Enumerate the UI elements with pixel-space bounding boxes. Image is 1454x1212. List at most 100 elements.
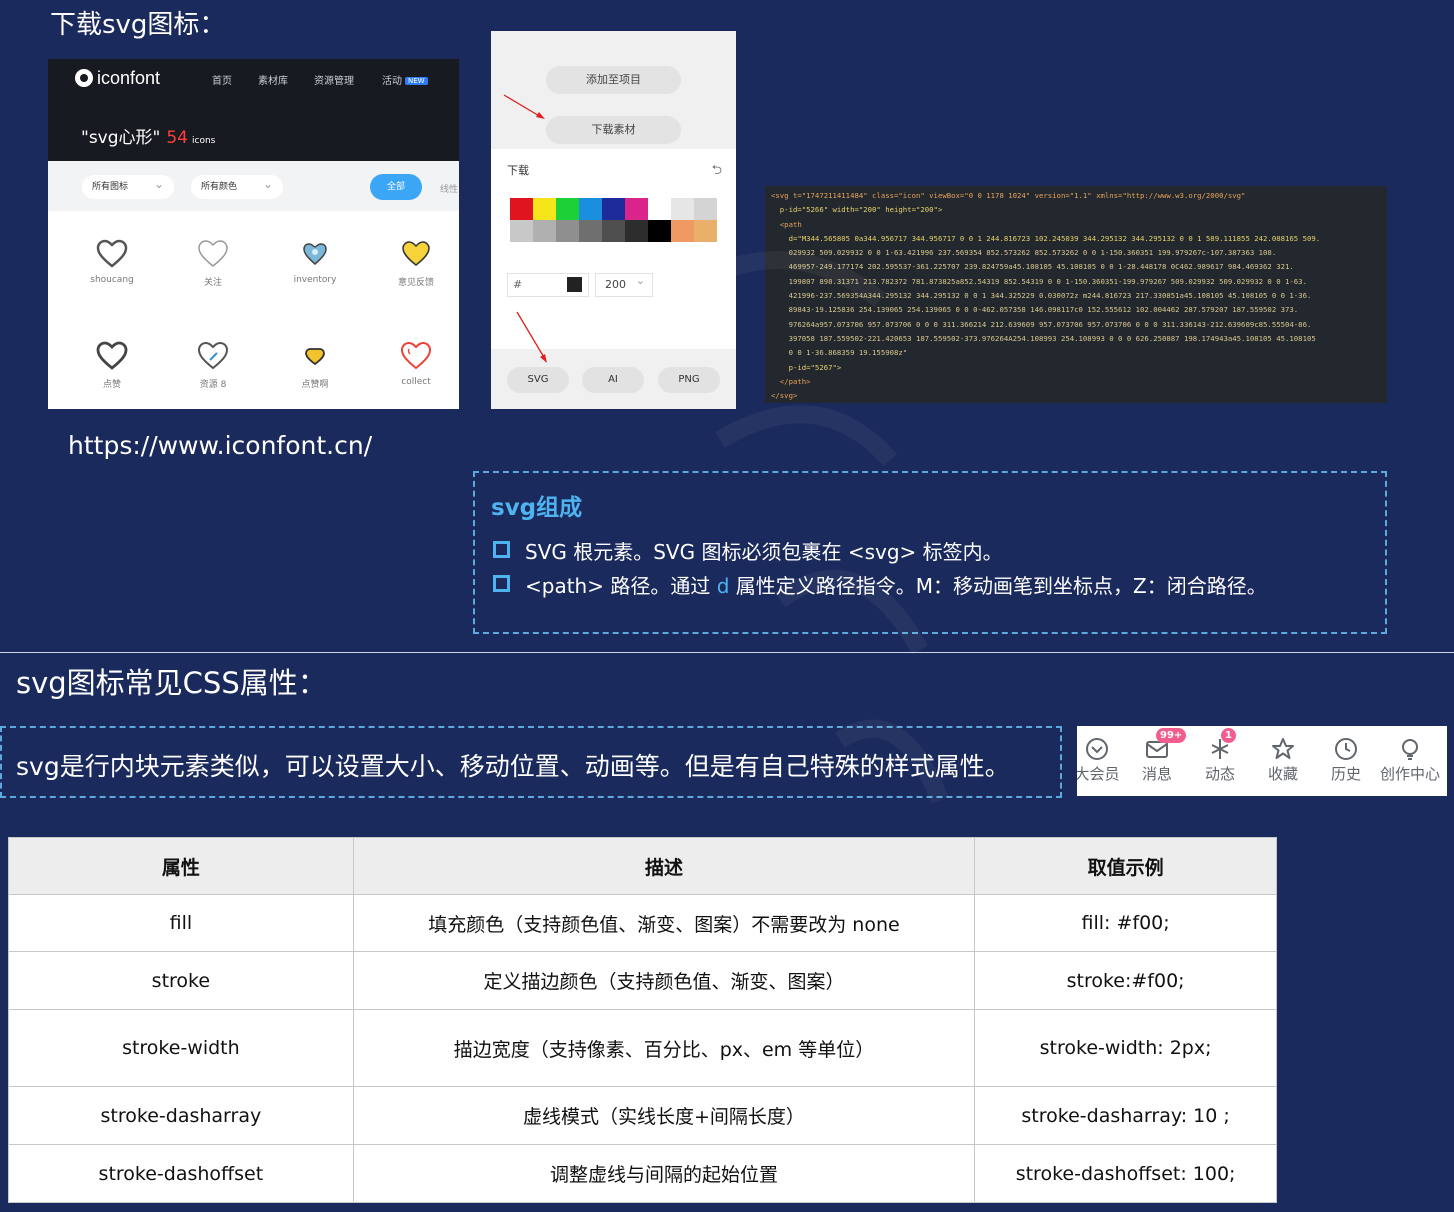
code-line: p-id="5267"> [771,362,842,372]
inline-block-note-text: svg是行内块元素类似，可以设置大小、移动位置、动画等。但是有自己特殊的样式属性… [16,752,1010,781]
description-cell: 调整虚线与间隔的起始位置 [352,1144,976,1203]
icon-card[interactable]: 资源 8 [168,341,258,390]
property-cell: stroke-dasharray [8,1086,354,1145]
iconfont-logo[interactable]: iconfont [75,68,160,89]
search-title: "svg心形" 54 icons [81,128,216,148]
table-row: stroke-dasharray 虚线模式（实线长度+间隔长度） stroke-… [8,1086,1277,1145]
nav-home[interactable]: 首页 [212,72,232,87]
iconfont-screenshot: iconfont 首页 素材库 资源管理 活动 NEW "svg心形" 54 icon… [48,59,459,409]
code-line: p-id="5266" width="200" height="200"> [771,205,943,215]
code-line: 421996-237.569354A344.295132 344.295132 … [771,291,1312,301]
code-line: 029932 509.029932 0 0 1-63.421996 237.56… [771,248,1277,258]
iconfont-url[interactable]: https://www.iconfont.cn/ [68,431,372,460]
heart-red-icon [400,341,432,370]
nav-resources[interactable]: 资源管理 [314,72,354,87]
example-cell: stroke-dashoffset: 100; [974,1144,1277,1203]
table-row: stroke-width 描边宽度（支持像素、百分比、px、em 等单位） st… [8,1009,1277,1087]
icon-label: inventory [293,275,337,285]
download-title: 下载svg图标： [50,10,226,40]
nav-library[interactable]: 素材库 [258,72,288,87]
code-line: 0 0 1-36.868359 19.155908z" [771,348,908,358]
icon-card[interactable]: 关注 [168,239,258,288]
iconfont-header: iconfont 首页 素材库 资源管理 活动 NEW "svg心形" 54 icon… [48,59,459,161]
column-header-description: 描述 [352,837,976,895]
arrow-head [536,112,545,119]
icon-label: 点赞 [102,380,121,390]
icon-card[interactable]: collect [371,341,459,387]
nav-creator-center[interactable]: 创作中心 [1375,736,1445,784]
star-icon [1272,738,1294,759]
example-cell: stroke-width: 2px; [974,1009,1277,1087]
vip-icon [1086,738,1108,760]
bullet-path: <path> 路径。通过 d 属性定义路径指令。M：移动画笔到坐标点，Z：闭合路… [525,574,1267,598]
table-row: stroke 定义描边颜色（支持颜色值、渐变、图案） stroke:#f00; [8,951,1277,1010]
nav-message[interactable]: 消息 [1127,736,1187,784]
table-row: stroke-dashoffset 调整虚线与间隔的起始位置 stroke-da… [8,1144,1277,1203]
icon-label: 意见反馈 [397,278,434,288]
square-bullet-icon [493,541,510,558]
column-header-property: 属性 [8,837,354,895]
description-cell: 填充颜色（支持颜色值、渐变、图案）不需要改为 none [352,894,976,952]
square-bullet-icon [493,575,510,592]
heart-outline-icon [96,239,128,268]
table-header-row: 属性 描述 取值示例 [8,837,1277,895]
clock-icon [1335,738,1357,760]
icon-type-select[interactable]: 所有图标 [82,172,174,199]
icon-card[interactable]: shoucang [67,239,157,285]
icon-label: collect [401,377,431,387]
description-cell: 定义描边颜色（支持颜色值、渐变、图案） [352,951,976,1010]
arrow-to-download [503,94,542,118]
bulb-icon [1402,739,1418,760]
code-line: 397058 187.559502-221.420653 187.559502-… [771,333,1316,343]
bullet-svg-root: SVG 根元素。SVG 图标必须包裹在 <svg> 标签内。 [525,540,1003,564]
icon-card[interactable]: 意见反馈 [371,239,459,288]
nav-favorites[interactable]: 收藏 [1253,736,1313,784]
css-properties-table: 属性 描述 取值示例 fill 填充颜色（支持颜色值、渐变、图案）不需要改为 n… [8,837,1277,1203]
download-panel-screenshot: 添加至项目 下载素材 下载 ⮌ # 200 SVG AI PNG [491,31,736,409]
nav-activity[interactable]: 活动 NEW [382,72,428,87]
property-cell: stroke-width [8,1009,354,1087]
linear-filter[interactable]: 线性 [440,182,458,195]
all-button[interactable]: 全部 [370,174,422,200]
example-cell: stroke:#f00; [974,951,1277,1010]
code-line: 469957-249.177174 202.595537-361.225707 … [771,262,1294,272]
description-cell: 虚线模式（实线长度+间隔长度） [352,1086,976,1145]
heart-filled-small-icon [305,348,325,366]
iconfont-logo-icon [75,69,93,87]
new-badge: NEW [405,77,428,85]
heart-blue-icon [303,243,327,265]
icon-label: 资源 8 [199,380,227,390]
property-cell: fill [8,894,354,952]
heart-pen-icon [197,341,229,370]
inline-block-note: svg是行内块元素类似，可以设置大小、移动位置、动画等。但是有自己特殊的样式属性… [0,726,1062,798]
code-line: 976264a957.073706 957.073706 0 0 0 311.3… [771,319,1312,329]
svg-composition-title: svg组成 [491,495,583,521]
code-line: </svg> [771,391,798,401]
property-cell: stroke [8,951,354,1010]
code-line: <path [771,219,802,229]
arrow-head [540,354,547,363]
icon-label: 点赞啊 [301,380,329,390]
svg-composition-box: svg组成 SVG 根元素。SVG 图标必须包裹在 <svg> 标签内。 <pa… [473,471,1387,634]
icon-label: 关注 [203,278,222,288]
css-title: svg图标常见CSS属性： [16,666,327,700]
annotation-arrows [503,94,547,363]
filter-bar: 所有图标 所有颜色 全部 线性 [48,161,459,211]
code-line: d="M344.565805 0a344.956717 344.956717 0… [771,233,1321,243]
icon-card[interactable]: 点赞 [67,341,157,390]
column-header-example: 取值示例 [974,837,1277,895]
nav-vip[interactable]: 大会员 [1077,736,1127,784]
heart-yellow-icon [402,241,430,266]
color-select[interactable]: 所有颜色 [191,172,283,199]
example-cell: stroke-dasharray: 10 ; [974,1086,1277,1145]
table-row: fill 填充颜色（支持颜色值、渐变、图案）不需要改为 none fill: #… [8,894,1277,952]
example-cell: fill: #f00; [974,894,1277,952]
section-divider [0,652,1454,653]
code-line: 89843-19.125836 254.139065 254.139065 0 … [771,305,1299,315]
code-block: <svg t="1747211411484" class="icon" view… [765,189,1387,403]
icon-card[interactable]: 点赞啊 [270,341,360,390]
icon-card[interactable]: inventory [270,239,360,285]
nav-history[interactable]: 历史 [1316,736,1376,784]
nav-dynamic[interactable]: 动态 [1190,736,1250,784]
message-count-badge: 99+ [1156,728,1187,743]
